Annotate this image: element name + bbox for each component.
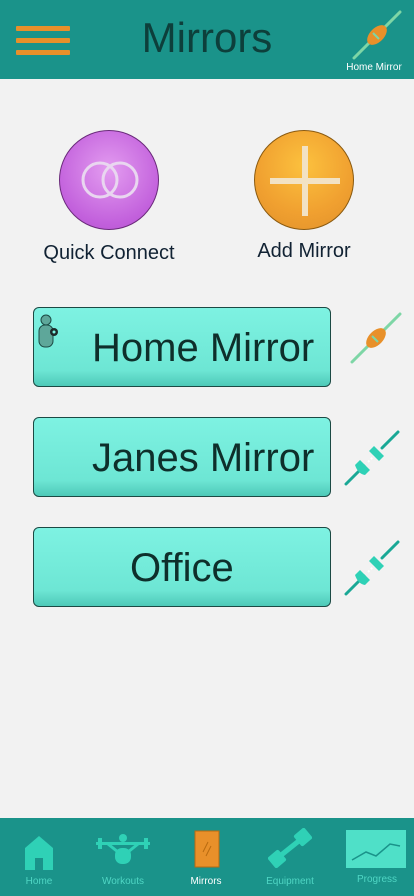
tab-progress[interactable]: Progress (340, 818, 414, 896)
mirror-name: Office (130, 546, 234, 590)
mirror-name: Janes Mirror (92, 436, 315, 480)
tab-label: Mirrors (190, 876, 222, 887)
tab-label: Progress (356, 874, 397, 885)
user-settings-icon[interactable] (38, 314, 62, 348)
mirror-icon (194, 830, 220, 868)
mirror-button-office[interactable]: Office (33, 527, 331, 607)
mirror-button-janes[interactable]: Janes Mirror (33, 417, 331, 497)
tab-label: Equipment (266, 876, 314, 887)
mirror-button-home[interactable]: Home Mirror (33, 307, 331, 387)
tab-workouts[interactable]: Workouts (86, 818, 160, 896)
weightlifter-icon (96, 834, 150, 864)
tab-mirrors[interactable]: Mirrors (172, 818, 240, 896)
dumbbell-icon (268, 828, 312, 868)
connected-plug-icon[interactable] (350, 8, 404, 62)
plus-icon (270, 146, 340, 216)
mirror-name: Home Mirror (92, 326, 315, 370)
disconnected-plug-icon[interactable] (344, 430, 400, 486)
quick-connect-button[interactable] (59, 130, 159, 230)
bottom-tab-bar: Home Workouts Mirrors Equipment Progress (0, 818, 414, 896)
house-icon (25, 836, 53, 870)
add-mirror-label[interactable]: Add Mirror (229, 240, 379, 263)
link-rings-icon (81, 161, 139, 199)
quick-connect-label[interactable]: Quick Connect (30, 242, 188, 265)
tab-equipment[interactable]: Equipment (252, 818, 328, 896)
add-mirror-button[interactable] (254, 130, 354, 230)
active-mirror-caption: Home Mirror (346, 62, 402, 73)
chart-icon (346, 830, 406, 868)
disconnected-plug-icon[interactable] (344, 540, 400, 596)
app-header: Mirrors Home Mirror (0, 0, 414, 79)
tab-label: Home (25, 876, 53, 887)
tab-label: Workouts (101, 876, 145, 887)
connected-plug-icon[interactable] (348, 310, 404, 366)
tab-home[interactable]: Home (0, 818, 78, 896)
